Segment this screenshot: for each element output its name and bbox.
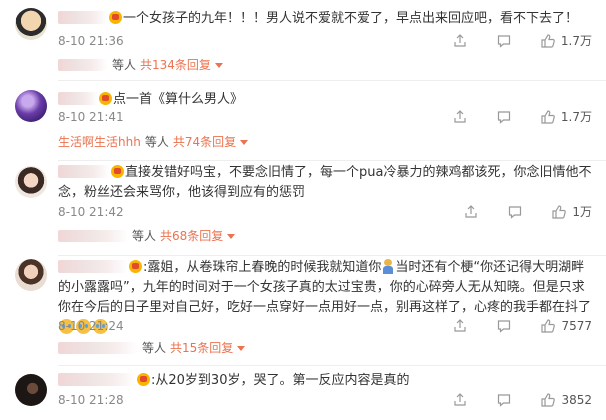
comment-icon[interactable]	[496, 392, 512, 408]
reply-usernames-blurred[interactable]	[58, 342, 138, 354]
reply-summary: 等人 共68条回复	[58, 226, 592, 246]
share-icon[interactable]	[452, 392, 468, 408]
comment-time: 8-10 21:41	[58, 110, 124, 124]
comment-text: 点一首《算什么男人》	[58, 90, 592, 110]
reply-summary: 等人 共15条回复	[58, 338, 592, 358]
divider	[58, 80, 606, 81]
like-icon[interactable]	[540, 33, 556, 49]
username-blurred[interactable]	[58, 260, 128, 273]
comment-text: :从20岁到30岁，哭了。第一反应内容是真的	[58, 371, 592, 391]
comment-icon[interactable]	[496, 109, 512, 125]
like-icon[interactable]	[540, 392, 556, 408]
comment-icon[interactable]	[496, 33, 512, 49]
like-count: 7577	[561, 319, 592, 333]
username-blurred[interactable]	[58, 92, 98, 105]
reply-usernames-blurred[interactable]	[58, 59, 108, 71]
share-icon[interactable]	[452, 109, 468, 125]
username-blurred[interactable]	[58, 165, 110, 178]
reply-users: 等人	[142, 341, 167, 355]
share-icon[interactable]	[452, 318, 468, 334]
share-icon[interactable]	[452, 33, 468, 49]
reply-username[interactable]: 生活啊生活hhh	[58, 135, 141, 149]
person-emoji-icon	[382, 259, 394, 274]
avatar[interactable]	[15, 90, 47, 122]
chevron-down-icon	[240, 140, 249, 145]
comment-text: 一个女孩子的九年！！！男人说不爱就不爱了，早点出来回应吧，看不下去了！	[58, 9, 592, 29]
divider	[58, 365, 606, 366]
view-replies-link[interactable]: 共68条回复	[160, 229, 236, 243]
like-count: 1万	[572, 205, 592, 219]
comment-text: 直接发错好吗宝，不要念旧情了，每一个pua冷暴力的辣鸡都该死，你念旧情他不念，粉…	[58, 165, 592, 200]
vip-badge-icon	[129, 260, 142, 273]
like-icon[interactable]	[540, 109, 556, 125]
like-count: 3852	[561, 393, 592, 407]
reply-users: 等人	[112, 58, 137, 72]
share-icon[interactable]	[463, 204, 479, 220]
like-icon[interactable]	[540, 318, 556, 334]
avatar[interactable]	[15, 374, 47, 406]
reply-users: 等人	[132, 229, 157, 243]
divider	[58, 160, 606, 161]
avatar[interactable]	[15, 8, 47, 40]
vip-badge-icon	[137, 373, 150, 386]
comment-time: 8-10 21:24	[58, 319, 124, 333]
like-count: 1.7万	[560, 34, 592, 48]
chevron-down-icon	[227, 234, 236, 239]
like-count: 1.7万	[560, 110, 592, 124]
avatar[interactable]	[15, 166, 47, 198]
chevron-down-icon	[214, 63, 223, 68]
comment-time: 8-10 21:42	[58, 205, 124, 219]
view-replies-link[interactable]: 共134条回复	[140, 58, 223, 72]
reply-summary: 等人 共134条回复	[58, 55, 592, 75]
comment-time: 8-10 21:36	[58, 34, 124, 48]
like-icon[interactable]	[551, 204, 567, 220]
chevron-down-icon	[237, 346, 246, 351]
vip-badge-icon	[99, 92, 112, 105]
reply-summary: 生活啊生活hhh 等人 共74条回复	[58, 132, 592, 152]
vip-badge-icon	[111, 165, 124, 178]
username-blurred[interactable]	[58, 373, 136, 386]
view-replies-link[interactable]: 共74条回复	[173, 135, 249, 149]
comment-time: 8-10 21:28	[58, 393, 124, 407]
reply-usernames-blurred[interactable]	[58, 230, 128, 242]
comment-icon[interactable]	[496, 318, 512, 334]
divider	[58, 255, 606, 256]
avatar[interactable]	[15, 259, 47, 291]
vip-badge-icon	[109, 11, 122, 24]
view-replies-link[interactable]: 共15条回复	[170, 341, 246, 355]
comment-icon[interactable]	[507, 204, 523, 220]
reply-users: 等人	[144, 135, 169, 149]
username-blurred[interactable]	[58, 11, 108, 24]
